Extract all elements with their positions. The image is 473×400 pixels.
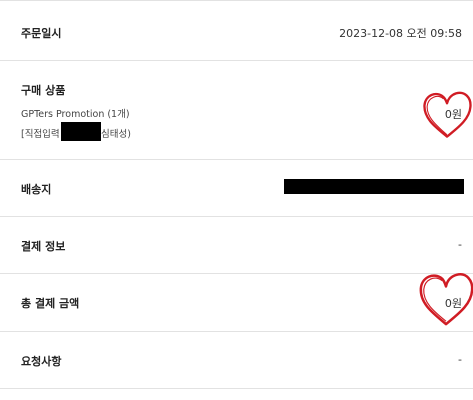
request-label: 요청사항: [21, 355, 62, 368]
product-label: 구매 상품: [21, 84, 66, 97]
product-name: GPTers Promotion (1개): [21, 109, 130, 120]
product-option-prefix: [직접입력: [21, 129, 60, 140]
order-date-value: 2023-12-08 오전 09:58: [339, 27, 462, 40]
divider: [0, 273, 473, 274]
order-date-label: 주문일시: [21, 27, 62, 40]
redacted-address: [284, 179, 464, 194]
total-label: 총 결제 금액: [21, 297, 80, 310]
payment-info-value: -: [458, 238, 462, 251]
heart-outline-icon: [417, 270, 473, 328]
top-divider: [0, 0, 473, 1]
divider: [0, 159, 473, 160]
divider: [0, 216, 473, 217]
shipping-label: 배송지: [21, 183, 52, 196]
request-value: -: [458, 353, 462, 366]
redacted-block: [61, 122, 101, 141]
product-option-suffix: 심태성): [101, 129, 131, 140]
heart-outline-icon: [420, 88, 473, 142]
divider: [0, 388, 473, 389]
divider: [0, 331, 473, 332]
payment-info-label: 결제 정보: [21, 240, 66, 253]
divider: [0, 60, 473, 61]
